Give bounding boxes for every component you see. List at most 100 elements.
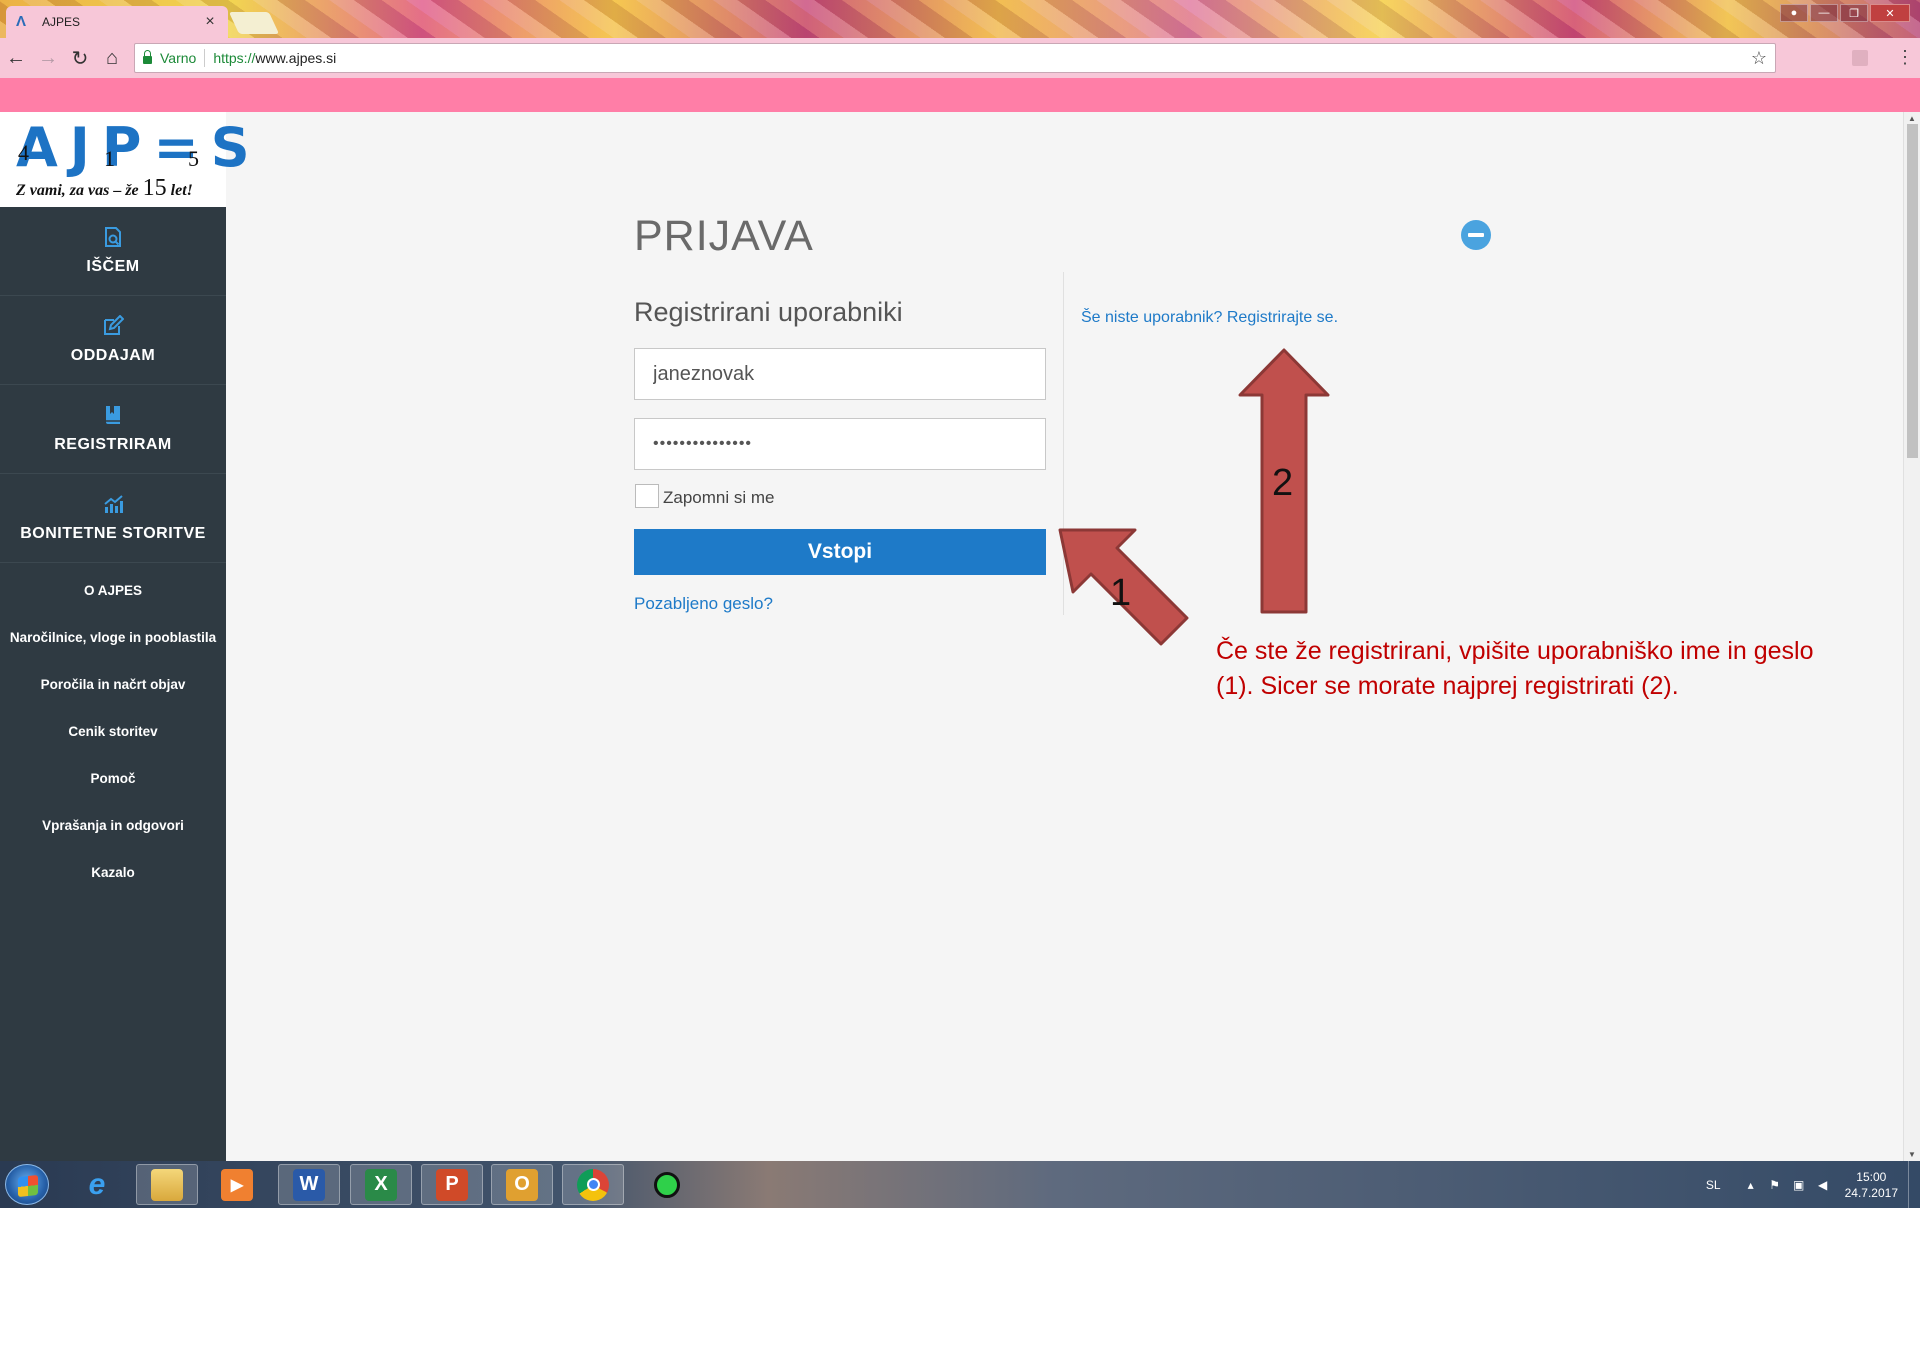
minus-icon — [1468, 233, 1484, 237]
scroll-down-icon[interactable]: ▼ — [1908, 1150, 1916, 1159]
windows-taskbar: e ▶ W X P O SL ▴ ⚑ ▣ ◀ 15:00 24.7.2017 — [0, 1161, 1920, 1208]
extension-icon[interactable] — [1852, 50, 1868, 66]
password-field[interactable] — [634, 418, 1046, 470]
back-button[interactable]: ← — [0, 42, 32, 74]
slogan-prefix: Z vami, za vas – že — [16, 182, 143, 199]
browser-menu-icon[interactable]: ⋮ — [1896, 48, 1914, 66]
sidebar: AJP=S 4 1 5 Z vami, za vas – že 15 let! … — [0, 112, 250, 1161]
browser-tab[interactable]: Λ AJPES × — [6, 6, 228, 38]
network-icon[interactable]: ▣ — [1791, 1178, 1807, 1192]
new-tab-button[interactable] — [228, 12, 280, 34]
scrollbar-thumb[interactable] — [1907, 124, 1918, 458]
close-window-button[interactable]: ✕ — [1870, 4, 1910, 22]
address-bar[interactable]: Varno https:// www.ajpes.si ☆ — [134, 43, 1776, 73]
browser-toolbar: ← → ↻ ⌂ Varno https:// www.ajpes.si ☆ ⋮ — [0, 38, 1920, 78]
sidebar-link-o-ajpes[interactable]: O AJPES — [0, 567, 226, 614]
clock[interactable]: 15:00 24.7.2017 — [1845, 1169, 1898, 1201]
login-button[interactable]: Vstopi — [634, 529, 1046, 575]
file-explorer-icon — [151, 1168, 183, 1201]
tray-icons: ▴ ⚑ ▣ ◀ — [1743, 1178, 1831, 1192]
browser-tab-strip: Λ AJPES × ● — ❐ ✕ — [0, 0, 1920, 38]
volume-icon[interactable]: ◀ — [1815, 1178, 1831, 1192]
chrome-center — [586, 1178, 600, 1191]
sidebar-item-label: ODDAJAM — [70, 347, 156, 364]
taskbar-app-chrome[interactable] — [562, 1164, 624, 1205]
outlook-icon: O — [506, 1168, 538, 1201]
start-button[interactable] — [5, 1164, 49, 1205]
chrome-icon — [577, 1168, 609, 1201]
annotation-text: Če ste že registrirani, vpišite uporabni… — [1216, 637, 1814, 700]
user-profile-icon[interactable]: ● — [1780, 4, 1808, 22]
taskbar-app-outlook[interactable]: O — [491, 1164, 553, 1205]
show-desktop-button[interactable] — [1908, 1161, 1920, 1208]
sidebar-item-registriram[interactable]: REGISTRIRAM — [0, 385, 226, 474]
annotation-marker-1: 1 — [1110, 572, 1132, 614]
sidebar-link-vprasanja[interactable]: Vprašanja in odgovori — [0, 802, 226, 849]
media-player-icon: ▶ — [221, 1168, 253, 1201]
collapse-button[interactable] — [1461, 220, 1491, 250]
taskbar-app-ie[interactable]: e — [66, 1164, 128, 1205]
logo-digit: 1 — [104, 146, 115, 171]
show-hidden-icons-icon[interactable]: ▴ — [1743, 1178, 1759, 1192]
tab-title: AJPES — [42, 15, 81, 29]
url-separator — [204, 49, 206, 67]
sidebar-item-bonitetne-storitve[interactable]: BONITETNE STORITVE — [0, 474, 226, 563]
secure-label: Varno — [160, 50, 197, 66]
forward-button[interactable]: → — [32, 42, 64, 74]
forgot-password-link[interactable]: Pozabljeno geslo? — [634, 594, 773, 614]
slogan-number: 15 — [142, 175, 167, 201]
page-title: PRIJAVA — [634, 212, 814, 260]
reload-button[interactable]: ↻ — [64, 42, 96, 74]
sidebar-link-narocilnice[interactable]: Naročilnice, vloge in pooblastila — [0, 614, 226, 661]
sidebar-item-oddajam[interactable]: ODDAJAM — [0, 296, 226, 385]
restore-button[interactable]: ❐ — [1840, 4, 1868, 22]
clock-time: 15:00 — [1856, 1169, 1887, 1184]
sidebar-item-iscem[interactable]: IŠČEM — [0, 207, 226, 296]
lock-icon — [143, 50, 152, 64]
chart-icon — [102, 493, 124, 515]
sidebar-link-pomoc[interactable]: Pomoč — [0, 755, 226, 802]
book-icon — [102, 404, 124, 426]
logo-slogan: Z vami, za vas – že 15 let! — [16, 175, 193, 202]
page-scrollbar[interactable]: ▲ ▼ — [1903, 112, 1920, 1161]
taskbar-app-target[interactable] — [636, 1164, 698, 1205]
taskbar-app-media[interactable]: ▶ — [206, 1164, 268, 1205]
minimize-button[interactable]: — — [1810, 4, 1838, 22]
powerpoint-icon: P — [436, 1168, 468, 1201]
sidebar-link-cenik[interactable]: Cenik storitev — [0, 708, 226, 755]
taskbar-app-excel[interactable]: X — [350, 1164, 412, 1205]
action-center-icon[interactable]: ⚑ — [1767, 1178, 1783, 1192]
sidebar-link-porocila[interactable]: Poročila in načrt objav — [0, 661, 226, 708]
sidebar-item-label: IŠČEM — [86, 258, 140, 275]
remember-me-checkbox[interactable] — [635, 484, 659, 508]
sidebar-link-kazalo[interactable]: Kazalo — [0, 849, 226, 896]
bookmark-star-icon[interactable]: ☆ — [1751, 48, 1767, 69]
home-button[interactable]: ⌂ — [96, 42, 128, 74]
sidebar-item-label: REGISTRIRAM — [54, 436, 172, 453]
logo-digit: 5 — [188, 146, 199, 171]
taskbar-app-explorer[interactable] — [136, 1164, 198, 1205]
taskbar-app-word[interactable]: W — [278, 1164, 340, 1205]
word-icon: W — [293, 1168, 325, 1201]
annotation-marker-2: 2 — [1272, 462, 1294, 504]
ajpes-favicon-icon: Λ — [16, 13, 27, 30]
ajpes-logo[interactable]: AJP=S 4 1 5 Z vami, za vas – že 15 let! — [0, 112, 250, 207]
taskbar-app-powerpoint[interactable]: P — [421, 1164, 483, 1205]
bookmarks-bar — [0, 78, 1920, 112]
column-divider — [1063, 272, 1064, 615]
register-link[interactable]: Še niste uporabnik? Registrirajte se. — [1081, 309, 1338, 327]
clock-date: 24.7.2017 — [1844, 1185, 1898, 1200]
language-indicator[interactable]: SL — [1706, 1178, 1721, 1192]
edit-icon — [102, 315, 124, 337]
window-controls: ● — ❐ ✕ — [1780, 4, 1910, 22]
logo-mark: AJP=S — [16, 116, 262, 179]
username-field[interactable] — [634, 348, 1046, 400]
remember-me-label: Zapomni si me — [663, 488, 775, 507]
sidebar-item-label: BONITETNE STORITVE — [20, 525, 206, 542]
scroll-up-icon[interactable]: ▲ — [1908, 114, 1916, 123]
page-content: AJP=S 4 1 5 Z vami, za vas – že 15 let! … — [0, 112, 1920, 1161]
logo-digit: 4 — [18, 140, 29, 165]
slogan-suffix: let! — [166, 182, 193, 199]
tab-close-icon[interactable]: × — [202, 13, 218, 31]
system-tray: SL ▴ ⚑ ▣ ◀ 15:00 24.7.2017 — [1706, 1161, 1920, 1208]
